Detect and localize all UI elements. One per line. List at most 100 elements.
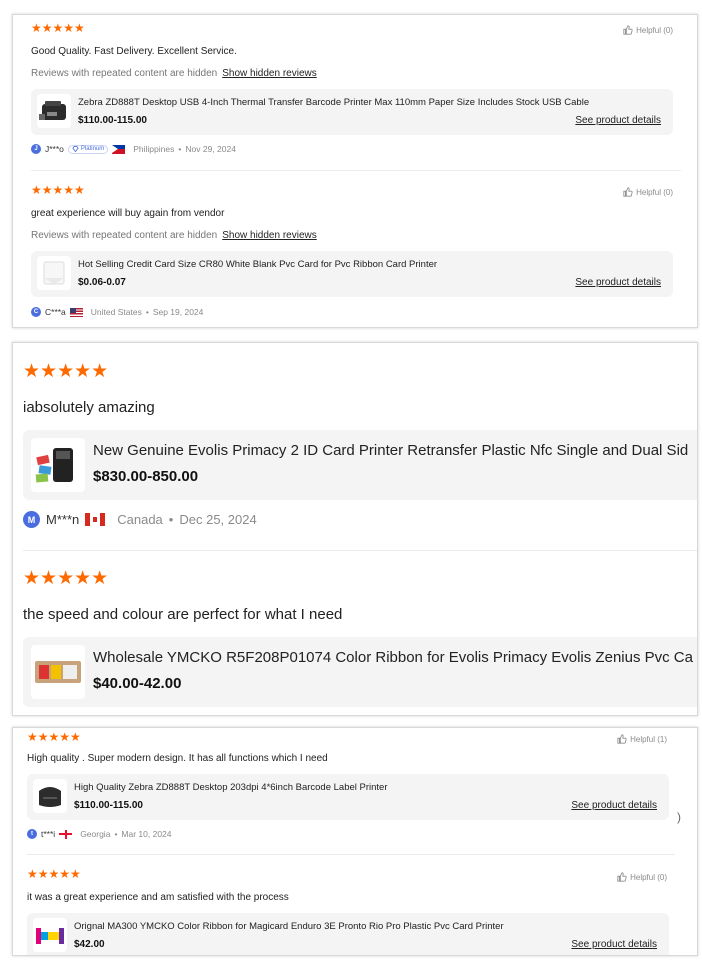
review-date: Mar 10, 2024 (121, 829, 172, 839)
review-comment: great experience will buy again from ven… (31, 208, 225, 219)
thumbs-up-icon (617, 734, 627, 744)
hidden-reviews-note: Reviews with repeated content are hidden… (31, 68, 317, 79)
reviewer-name: C***a (45, 307, 66, 317)
product-title[interactable]: High Quality Zebra ZD888T Desktop 203dpi… (74, 782, 388, 793)
product-card[interactable]: High Quality Zebra ZD888T Desktop 203dpi… (27, 774, 669, 820)
printer-image (39, 101, 66, 120)
platinum-badge: Platinum (67, 144, 109, 154)
show-hidden-reviews-link[interactable]: Show hidden reviews (222, 68, 317, 79)
review-panel-1: ★★★★★ Helpful (0) Good Quality. Fast Del… (12, 14, 698, 328)
meta-separator: • (114, 829, 118, 839)
review-divider (27, 854, 675, 855)
review-divider (23, 550, 697, 551)
reviewer-country: Philippines (133, 144, 175, 154)
show-hidden-reviews-link[interactable]: Show hidden reviews (222, 230, 317, 241)
hidden-note-text: Reviews with repeated content are hidden (31, 68, 218, 79)
product-price: $40.00-42.00 (93, 675, 182, 692)
see-product-details-link[interactable]: See product details (571, 800, 657, 811)
reviewer-name: t***i (41, 829, 56, 839)
helpful-label: Helpful (0) (636, 25, 673, 35)
reviewer-country: Canada (117, 512, 163, 527)
edge-mark: ) (677, 810, 681, 824)
product-card[interactable]: Wholesale YMCKO R5F208P01074 Color Ribbo… (23, 637, 697, 707)
flag-georgia-icon (59, 829, 73, 839)
thumbs-up-icon (623, 25, 633, 35)
review-comment: High quality . Super modern design. It h… (27, 753, 328, 764)
meta-separator: • (145, 307, 149, 317)
product-title[interactable]: New Genuine Evolis Primacy 2 ID Card Pri… (93, 442, 688, 459)
reviewer-name: M***n (46, 512, 80, 527)
product-card[interactable]: Hot Selling Credit Card Size CR80 White … (31, 251, 673, 297)
product-thumbnail (33, 779, 67, 813)
product-thumbnail (37, 94, 71, 128)
product-title[interactable]: Orignal MA300 YMCKO Color Ribbon for Mag… (74, 921, 504, 932)
hidden-note-text: Reviews with repeated content are hidden (31, 230, 218, 241)
card-printer-image (35, 448, 73, 483)
product-price: $110.00-115.00 (78, 115, 147, 126)
rating-stars: ★★★★★ (31, 21, 85, 35)
avatar: t (27, 829, 37, 839)
helpful-button[interactable]: Helpful (0) (623, 187, 673, 197)
reviewer-meta: t t***i Georgia • Mar 10, 2024 (27, 829, 172, 839)
see-product-details-link[interactable]: See product details (575, 115, 661, 126)
reviewer-name: J***o (45, 144, 64, 154)
review-divider (31, 170, 681, 171)
reviewer-meta: C C***a United States • Sep 19, 2024 (31, 307, 203, 317)
rating-stars: ★★★★★ (23, 568, 109, 589)
avatar: C (31, 307, 41, 317)
product-thumbnail (33, 918, 67, 952)
helpful-label: Helpful (0) (630, 872, 667, 882)
helpful-label: Helpful (0) (636, 187, 673, 197)
product-price: $42.00 (74, 939, 105, 950)
product-price: $830.00-850.00 (93, 468, 199, 485)
review-panel-2: ★★★★★ iabsolutely amazing New Genuine Ev… (12, 342, 698, 716)
flag-usa-icon (69, 307, 83, 317)
blank-card-image (43, 261, 65, 285)
product-card[interactable]: Orignal MA300 YMCKO Color Ribbon for Mag… (27, 913, 669, 955)
reviewer-country: United States (90, 307, 142, 317)
helpful-button[interactable]: Helpful (0) (617, 872, 667, 882)
color-ribbon-image (35, 661, 81, 683)
label-printer-image (39, 787, 61, 807)
helpful-label: Helpful (1) (630, 734, 667, 744)
helpful-button[interactable]: Helpful (0) (623, 25, 673, 35)
see-product-details-link[interactable]: See product details (571, 939, 657, 950)
avatar: J (31, 144, 41, 154)
product-thumbnail (37, 256, 71, 290)
review-comment: Good Quality. Fast Delivery. Excellent S… (31, 46, 237, 57)
reviewer-meta: J J***o Platinum Philippines • Nov 29, 2… (31, 144, 236, 154)
thumbs-up-icon (617, 872, 627, 882)
product-price: $0.06-0.07 (78, 277, 126, 288)
meta-separator: • (178, 144, 182, 154)
rating-stars: ★★★★★ (31, 183, 85, 197)
helpful-button[interactable]: Helpful (1) (617, 734, 667, 744)
review-date: Dec 25, 2024 (179, 512, 257, 527)
hidden-reviews-note: Reviews with repeated content are hidden… (31, 230, 317, 241)
reviewer-meta: M M***n Canada • Dec 25, 2024 (23, 511, 257, 528)
review-date: Sep 19, 2024 (152, 307, 204, 317)
product-thumbnail (31, 438, 85, 492)
product-card[interactable]: Zebra ZD888T Desktop USB 4-Inch Thermal … (31, 89, 673, 135)
review-comment: iabsolutely amazing (23, 399, 155, 416)
review-comment: the speed and colour are perfect for wha… (23, 606, 343, 623)
flag-canada-icon (85, 513, 106, 526)
product-title[interactable]: Hot Selling Credit Card Size CR80 White … (78, 259, 437, 270)
rating-stars: ★★★★★ (23, 361, 109, 382)
meta-separator: • (168, 512, 174, 527)
badge-label: Platinum (80, 146, 105, 152)
review-comment: it was a great experience and am satisfi… (27, 892, 289, 903)
rating-stars: ★★★★★ (27, 867, 81, 881)
flag-philippines-icon (112, 144, 126, 154)
product-thumbnail (31, 645, 85, 699)
ymcko-ribbon-image (36, 928, 64, 944)
rating-stars: ★★★★★ (27, 730, 81, 744)
product-title[interactable]: Zebra ZD888T Desktop USB 4-Inch Thermal … (78, 97, 589, 108)
diamond-icon (72, 146, 79, 152)
product-price: $110.00-115.00 (74, 800, 143, 811)
reviewer-country: Georgia (80, 829, 111, 839)
product-card[interactable]: New Genuine Evolis Primacy 2 ID Card Pri… (23, 430, 697, 500)
product-title[interactable]: Wholesale YMCKO R5F208P01074 Color Ribbo… (93, 649, 693, 666)
see-product-details-link[interactable]: See product details (575, 277, 661, 288)
review-date: Nov 29, 2024 (185, 144, 236, 154)
thumbs-up-icon (623, 187, 633, 197)
